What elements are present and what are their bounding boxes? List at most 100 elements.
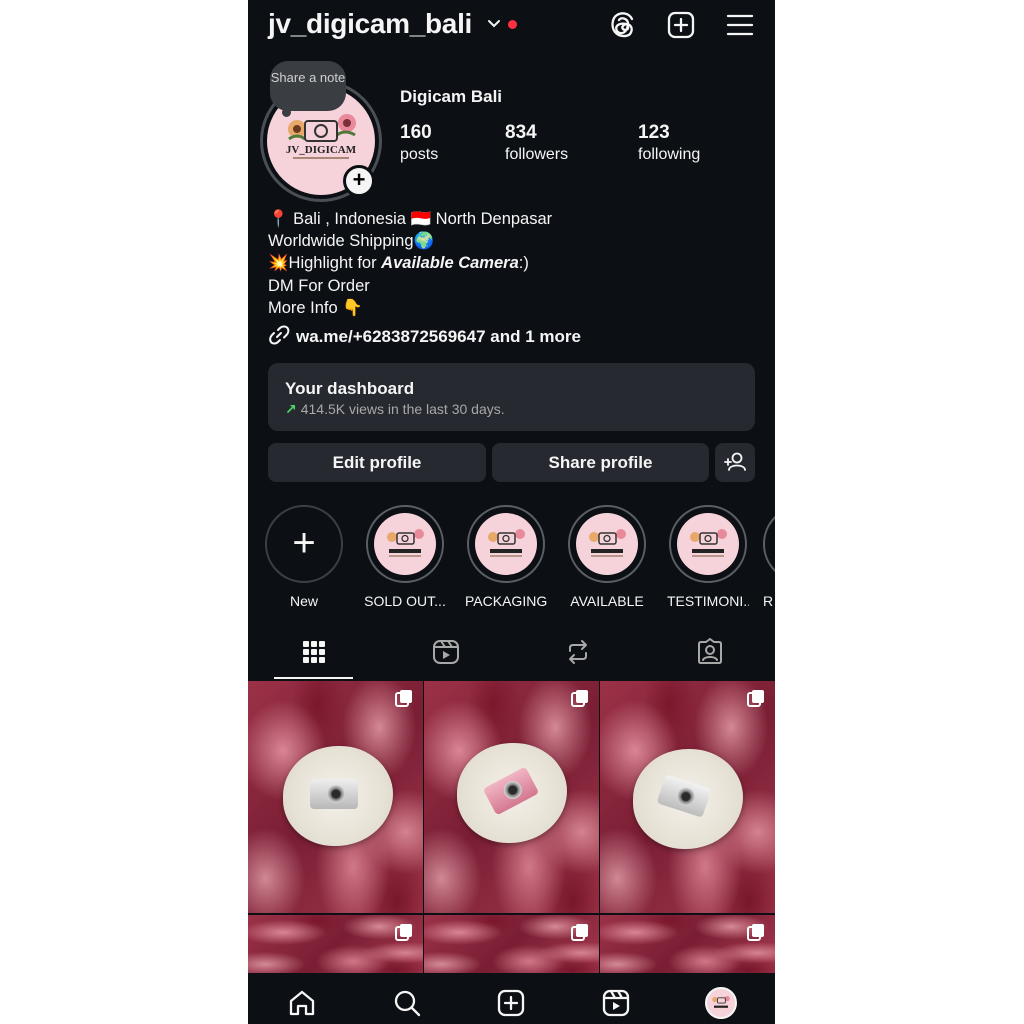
- carousel-icon: [747, 924, 764, 941]
- bio-highlight-prefix: 💥Highlight for: [268, 254, 382, 273]
- repost-icon: [569, 640, 587, 664]
- professional-dashboard[interactable]: Your dashboard ↗ 414.5K views in the last…: [268, 363, 755, 431]
- tab-tagged[interactable]: [644, 632, 775, 680]
- highlight-cover-logo: [677, 513, 739, 575]
- reels-nav-icon[interactable]: [601, 988, 631, 1018]
- highlight-available[interactable]: AVAILABLE: [566, 505, 648, 609]
- grid-icon: [303, 641, 325, 663]
- profile-full-name: Digicam Bali: [400, 87, 503, 106]
- posts-grid: [248, 681, 775, 973]
- stat-posts[interactable]: 160 posts: [400, 122, 438, 164]
- following-label: following: [638, 146, 701, 163]
- highlight-ring: [568, 505, 646, 583]
- edit-profile-button[interactable]: Edit profile: [268, 443, 486, 482]
- stat-followers[interactable]: 834 followers: [505, 122, 568, 164]
- bio-highlight-suffix: :): [518, 254, 529, 273]
- post-thumbnail[interactable]: [600, 681, 775, 913]
- highlight-label: New: [289, 593, 318, 609]
- trend-up-icon: ↗: [285, 401, 297, 417]
- post-thumbnail[interactable]: [248, 915, 423, 973]
- bio-link-text: wa.me/+6283872569647 and 1 more: [296, 327, 581, 346]
- jv-digicam-logo-icon: [488, 529, 525, 557]
- bio-link[interactable]: wa.me/+6283872569647 and 1 more: [268, 324, 581, 347]
- highlight-cover-logo: [576, 513, 638, 575]
- menu-icon[interactable]: [725, 10, 755, 40]
- stat-following[interactable]: 123 following: [638, 122, 700, 164]
- post-thumbnail[interactable]: [248, 681, 423, 913]
- carousel-icon: [747, 690, 764, 707]
- camera-lens: [327, 785, 345, 803]
- tagged-icon: [698, 638, 722, 664]
- content-tabs: [248, 632, 775, 680]
- tab-reels[interactable]: [380, 632, 511, 680]
- carousel-icon: [395, 690, 412, 707]
- bio-line-shipping: Worldwide Shipping🌍: [268, 232, 435, 251]
- post-thumbnail[interactable]: [424, 915, 599, 973]
- highlight-sold-out[interactable]: SOLD OUT...: [364, 505, 446, 609]
- highlight-ring: [467, 505, 545, 583]
- jv-digicam-logo-icon: [387, 529, 424, 557]
- highlight-new-ring: +: [265, 505, 343, 583]
- carousel-icon: [571, 690, 588, 707]
- tab-reposts[interactable]: [512, 632, 643, 680]
- highlight-partial[interactable]: R: [763, 505, 775, 609]
- instagram-profile-screen: jv_digicam_bali JV_DIGICAM Share a note …: [248, 0, 775, 1024]
- posts-count: 160: [400, 122, 432, 143]
- threads-icon[interactable]: [608, 10, 638, 40]
- camera-lens: [500, 777, 525, 803]
- bio-line-order: DM For Order: [268, 276, 370, 295]
- home-icon[interactable]: [287, 988, 317, 1018]
- highlight-label: R: [763, 593, 774, 609]
- highlight-label: PACKAGING: [465, 593, 547, 609]
- carousel-icon: [571, 924, 588, 941]
- add-person-icon: [724, 452, 746, 471]
- bio-highlight-emphasis: Available Camera: [381, 254, 519, 273]
- tab-posts-grid[interactable]: [248, 632, 379, 680]
- bio-line-location: 📍 Bali , Indonesia 🇮🇩 North Denpasar: [268, 210, 553, 228]
- create-icon[interactable]: [496, 988, 526, 1018]
- plus-icon: +: [292, 521, 316, 565]
- discover-people-button[interactable]: [715, 443, 755, 482]
- followers-count: 834: [505, 122, 537, 143]
- search-icon[interactable]: [392, 988, 422, 1018]
- highlight-new[interactable]: + New: [263, 505, 345, 609]
- bio-line-highlight: 💥Highlight for Available Camera:): [268, 252, 552, 274]
- highlight-packaging[interactable]: PACKAGING: [465, 505, 547, 609]
- highlight-ring: [763, 505, 775, 583]
- highlight-ring: [669, 505, 747, 583]
- highlight-label: SOLD OUT...: [364, 593, 446, 609]
- posts-label: posts: [400, 146, 439, 163]
- followers-label: followers: [505, 146, 569, 163]
- dashboard-views-text: 414.5K views in the last 30 days.: [300, 401, 505, 417]
- chevron-down-icon[interactable]: [486, 16, 502, 32]
- add-story-button[interactable]: +: [343, 165, 375, 197]
- create-post-icon[interactable]: [666, 10, 696, 40]
- post-thumbnail[interactable]: [600, 915, 775, 973]
- jv-digicam-logo-icon: [589, 529, 626, 557]
- username-title[interactable]: jv_digicam_bali: [268, 8, 472, 40]
- highlight-cover-logo: [374, 513, 436, 575]
- jv-digicam-logo-icon: [690, 529, 727, 557]
- bio-line-more-info: More Info 👇: [268, 298, 363, 317]
- jv-digicam-logo-icon: [712, 996, 730, 1008]
- highlight-label: TESTIMONI...: [667, 593, 749, 609]
- share-profile-button[interactable]: Share profile: [492, 443, 709, 482]
- dashboard-title: Your dashboard: [285, 379, 415, 398]
- note-bubble-tail: [282, 108, 291, 117]
- post-thumbnail[interactable]: [424, 681, 599, 913]
- notification-dot: [508, 20, 517, 29]
- profile-bio: 📍 Bali , Indonesia 🇮🇩 North Denpasar Wor…: [268, 208, 552, 319]
- highlight-ring: [366, 505, 444, 583]
- highlight-label: AVAILABLE: [570, 593, 644, 609]
- carousel-icon: [395, 924, 412, 941]
- following-count: 123: [638, 122, 670, 143]
- highlight-testimoni[interactable]: TESTIMONI...: [667, 505, 749, 609]
- active-tab-indicator: [274, 677, 353, 679]
- share-note-bubble[interactable]: Share a note: [270, 61, 346, 111]
- link-icon: [269, 325, 290, 345]
- camera-lens: [674, 785, 698, 808]
- reels-icon: [433, 640, 459, 664]
- profile-nav-avatar[interactable]: [705, 987, 737, 1019]
- highlight-cover-logo: [475, 513, 537, 575]
- svg-text:JV_DIGICAM: JV_DIGICAM: [286, 144, 357, 156]
